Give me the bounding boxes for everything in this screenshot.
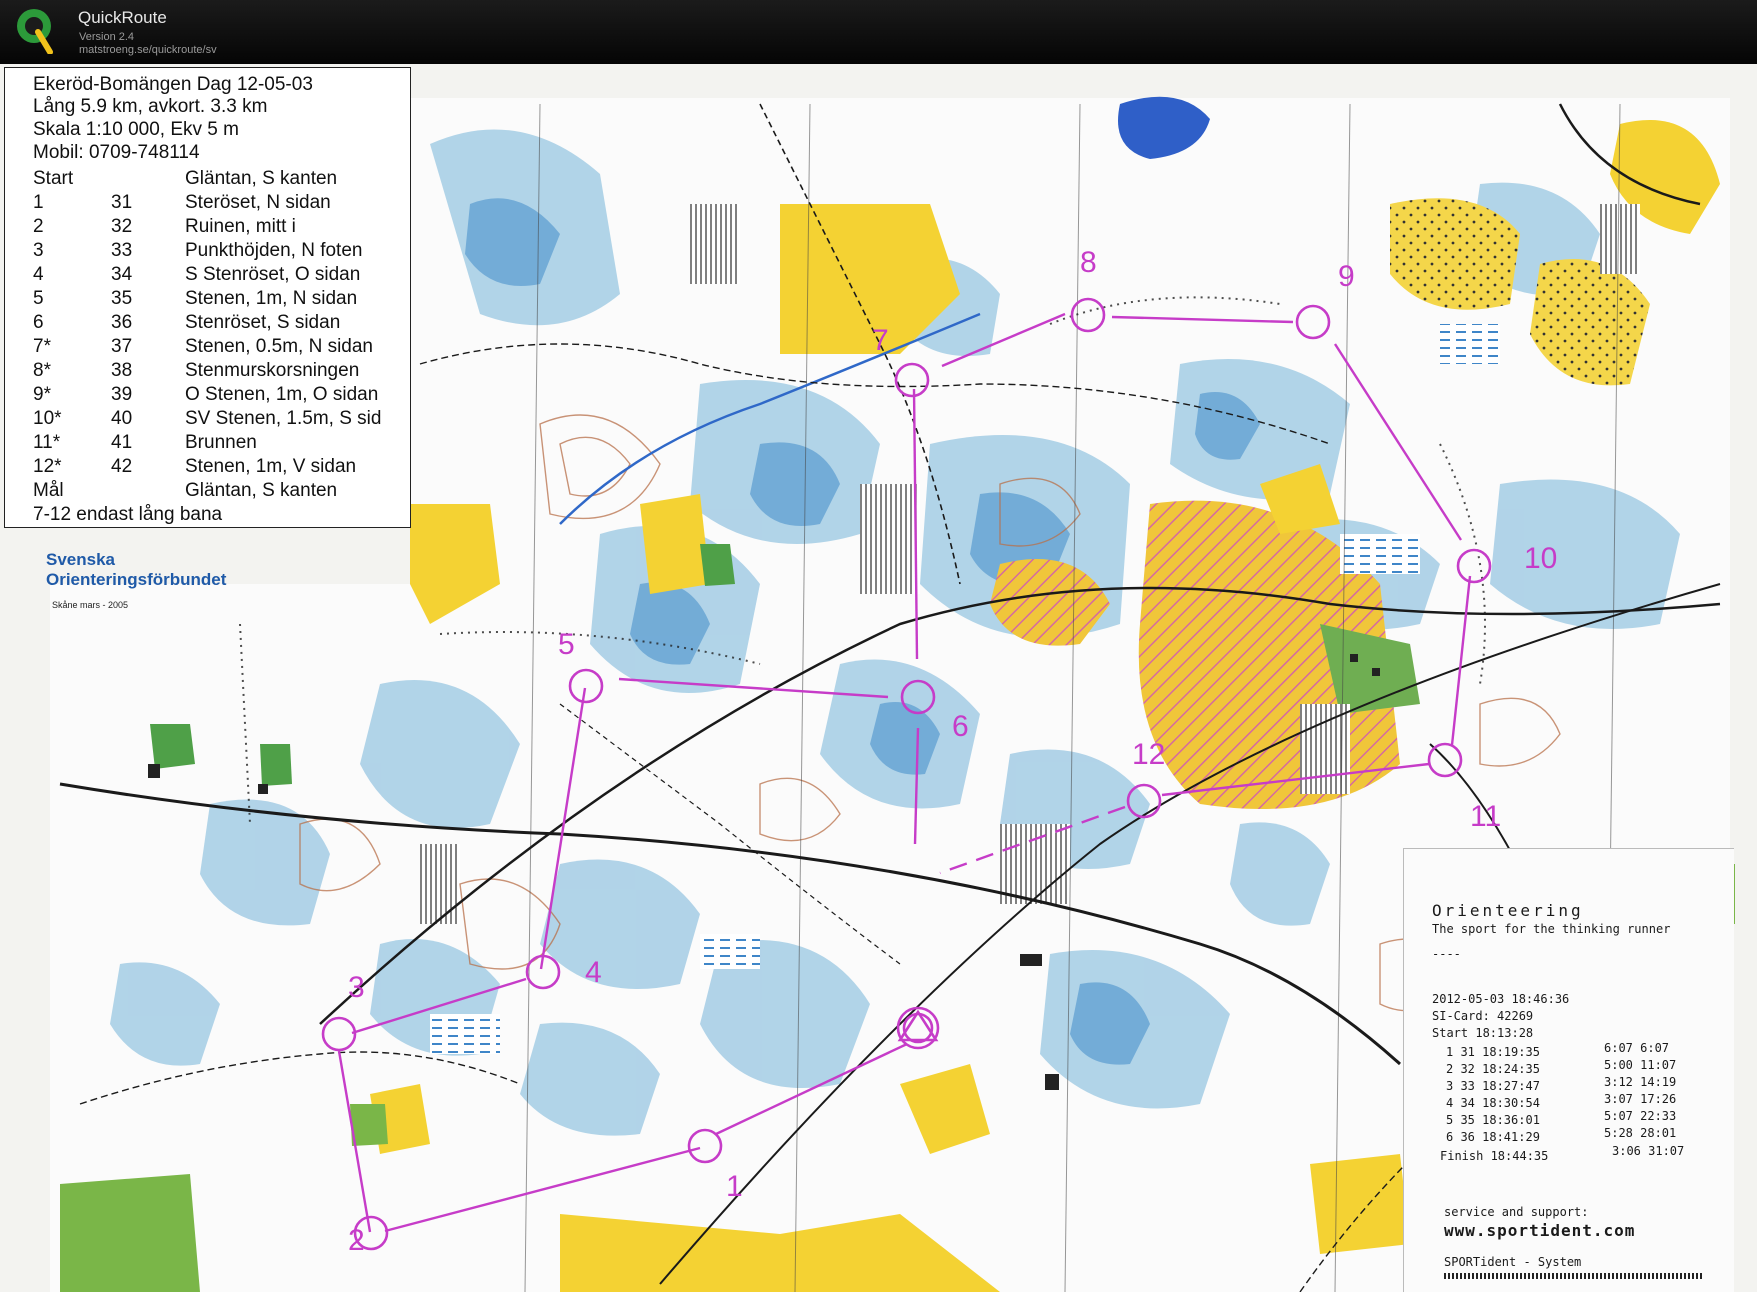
app-version: Version 2.4 — [79, 31, 135, 43]
receipt-split-row: 2 32 18:24:35 — [1446, 1062, 1540, 1076]
legend-row-n: Start — [33, 168, 74, 189]
legend-row-n: 7* — [33, 336, 51, 357]
sof-line2: Orienteringsförbundet — [46, 570, 227, 589]
legend-row-code: 35 — [111, 288, 133, 309]
sof-logo: Svenska Orienteringsförbundet — [46, 550, 226, 590]
legend-row-code: 36 — [111, 312, 133, 333]
legend-note: 7-12 endast lång bana — [33, 504, 223, 525]
legend-row-n: 11* — [33, 432, 61, 453]
sof-line1: Svenska — [46, 550, 115, 569]
control-number: 7 — [872, 324, 889, 357]
receipt-service: service and support: — [1444, 1205, 1589, 1219]
sof-subtitle: Skåne mars - 2005 — [52, 600, 129, 610]
legend-row-desc: Stenmurskorsningen — [185, 360, 360, 381]
quickroute-logo-icon — [17, 9, 53, 54]
receipt-split-row: 4 34 18:30:54 — [1446, 1096, 1540, 1110]
receipt-split-time: 3:07 17:26 — [1604, 1092, 1677, 1106]
legend-row-n: 9* — [33, 384, 51, 405]
legend-row-code: 42 — [111, 456, 133, 477]
legend-row-n: Mål — [33, 480, 64, 501]
legend-row-code: 39 — [111, 384, 133, 405]
legend-row-code: 31 — [111, 192, 133, 213]
control-number: 2 — [348, 1224, 365, 1257]
legend-title: Ekeröd-Bomängen Dag 12-05-03 — [33, 74, 313, 95]
legend-scale: Skala 1:10 000, Ekv 5 m — [33, 119, 239, 140]
legend-row-n: 3 — [33, 240, 44, 261]
legend-row-code: 41 — [111, 432, 133, 453]
legend-row-desc: Stenen, 0.5m, N sidan — [185, 336, 373, 357]
receipt-split-row: 3 33 18:27:47 — [1446, 1079, 1540, 1093]
legend-row-desc: Stenen, 1m, N sidan — [185, 288, 358, 309]
receipt-start: Start 18:13:28 — [1432, 1026, 1534, 1040]
legend-row-desc: Stenen, 1m, V sidan — [185, 456, 357, 477]
receipt-split-time: 5:28 28:01 — [1604, 1126, 1677, 1140]
legend-row-desc: Stenröset, S sidan — [185, 312, 341, 333]
receipt-split-row: 6 36 18:41:29 — [1446, 1130, 1540, 1144]
legend-row-n: 12* — [33, 456, 62, 477]
legend-row-code: 34 — [111, 264, 133, 285]
receipt-split-time: 5:00 11:07 — [1604, 1058, 1677, 1072]
legend-row-desc: Gläntan, S kanten — [185, 168, 338, 189]
receipt-web[interactable]: www.sportident.com — [1444, 1221, 1635, 1240]
control-number: 5 — [558, 628, 575, 661]
control-number: 11 — [1470, 800, 1501, 833]
receipt-datetime: 2012-05-03 18:46:36 — [1432, 992, 1570, 1006]
legend-row-n: 8* — [33, 360, 51, 381]
control-number: 6 — [952, 710, 969, 743]
receipt-split-row: 1 31 18:19:35 — [1446, 1045, 1540, 1059]
control-number: 8 — [1080, 246, 1097, 279]
receipt-si-card: SI-Card: 42269 — [1432, 1009, 1534, 1023]
title-bar: QuickRoute Version 2.4 matstroeng.se/qui… — [0, 0, 1757, 64]
receipt-subtitle: The sport for the thinking runner — [1432, 922, 1671, 936]
control-description-legend: Ekeröd-Bomängen Dag 12-05-03 Lång 5.9 km… — [4, 67, 411, 528]
control-number: 10 — [1524, 542, 1557, 575]
receipt-split-time: 3:12 14:19 — [1604, 1075, 1677, 1089]
legend-row-n: 6 — [33, 312, 44, 333]
app-url[interactable]: matstroeng.se/quickroute/sv — [79, 44, 217, 56]
quickroute-window: QuickRoute Version 2.4 matstroeng.se/qui… — [0, 0, 1757, 1292]
legend-row-desc: S Stenröset, O sidan — [185, 264, 361, 285]
receipt-split-row: 5 35 18:36:01 — [1446, 1113, 1540, 1127]
legend-row-code: 33 — [111, 240, 133, 261]
receipt-finish: Finish 18:44:35 — [1440, 1149, 1549, 1163]
legend-row-code: 37 — [111, 336, 133, 357]
legend-row-desc: Steröset, N sidan — [185, 192, 331, 213]
receipt-split-time: 6:07 6:07 — [1604, 1041, 1670, 1055]
legend-row-desc: Ruinen, mitt i — [185, 216, 296, 237]
legend-row-code: 32 — [111, 216, 133, 237]
legend-row-code: 38 — [111, 360, 133, 381]
receipt-barcode — [1444, 1273, 1702, 1279]
legend-row-desc: Brunnen — [185, 432, 257, 453]
control-number: 1 — [726, 1170, 743, 1203]
app-title: QuickRoute — [78, 8, 167, 27]
receipt-title: Orienteering — [1432, 901, 1584, 920]
receipt-finish-split: 3:06 31:07 — [1612, 1144, 1685, 1158]
legend-row-n: 10* — [33, 408, 62, 429]
legend-row-desc: Gläntan, S kanten — [185, 480, 338, 501]
control-number: 4 — [585, 956, 602, 989]
control-number: 12 — [1132, 738, 1165, 771]
legend-row-n: 2 — [33, 216, 44, 237]
legend-row-n: 1 — [33, 192, 44, 213]
legend-row-code: 40 — [111, 408, 133, 429]
sportident-receipt: Orienteering The sport for the thinking … — [1403, 848, 1734, 1292]
legend-row-desc: O Stenen, 1m, O sidan — [185, 384, 379, 405]
legend-row-n: 5 — [33, 288, 44, 309]
receipt-dashes: ---- — [1432, 947, 1461, 961]
receipt-system: SPORTident - System — [1444, 1255, 1582, 1269]
control-number: 3 — [348, 971, 365, 1004]
legend-phone: Mobil: 0709-748114 — [33, 142, 200, 163]
control-number: 9 — [1338, 260, 1355, 293]
legend-row-desc: Punkthöjden, N foten — [185, 240, 363, 261]
receipt-split-time: 5:07 22:33 — [1604, 1109, 1677, 1123]
legend-row-n: 4 — [33, 264, 44, 285]
legend-row-desc: SV Stenen, 1.5m, S sid — [185, 408, 382, 429]
legend-length: Lång 5.9 km, avkort. 3.3 km — [33, 96, 268, 117]
